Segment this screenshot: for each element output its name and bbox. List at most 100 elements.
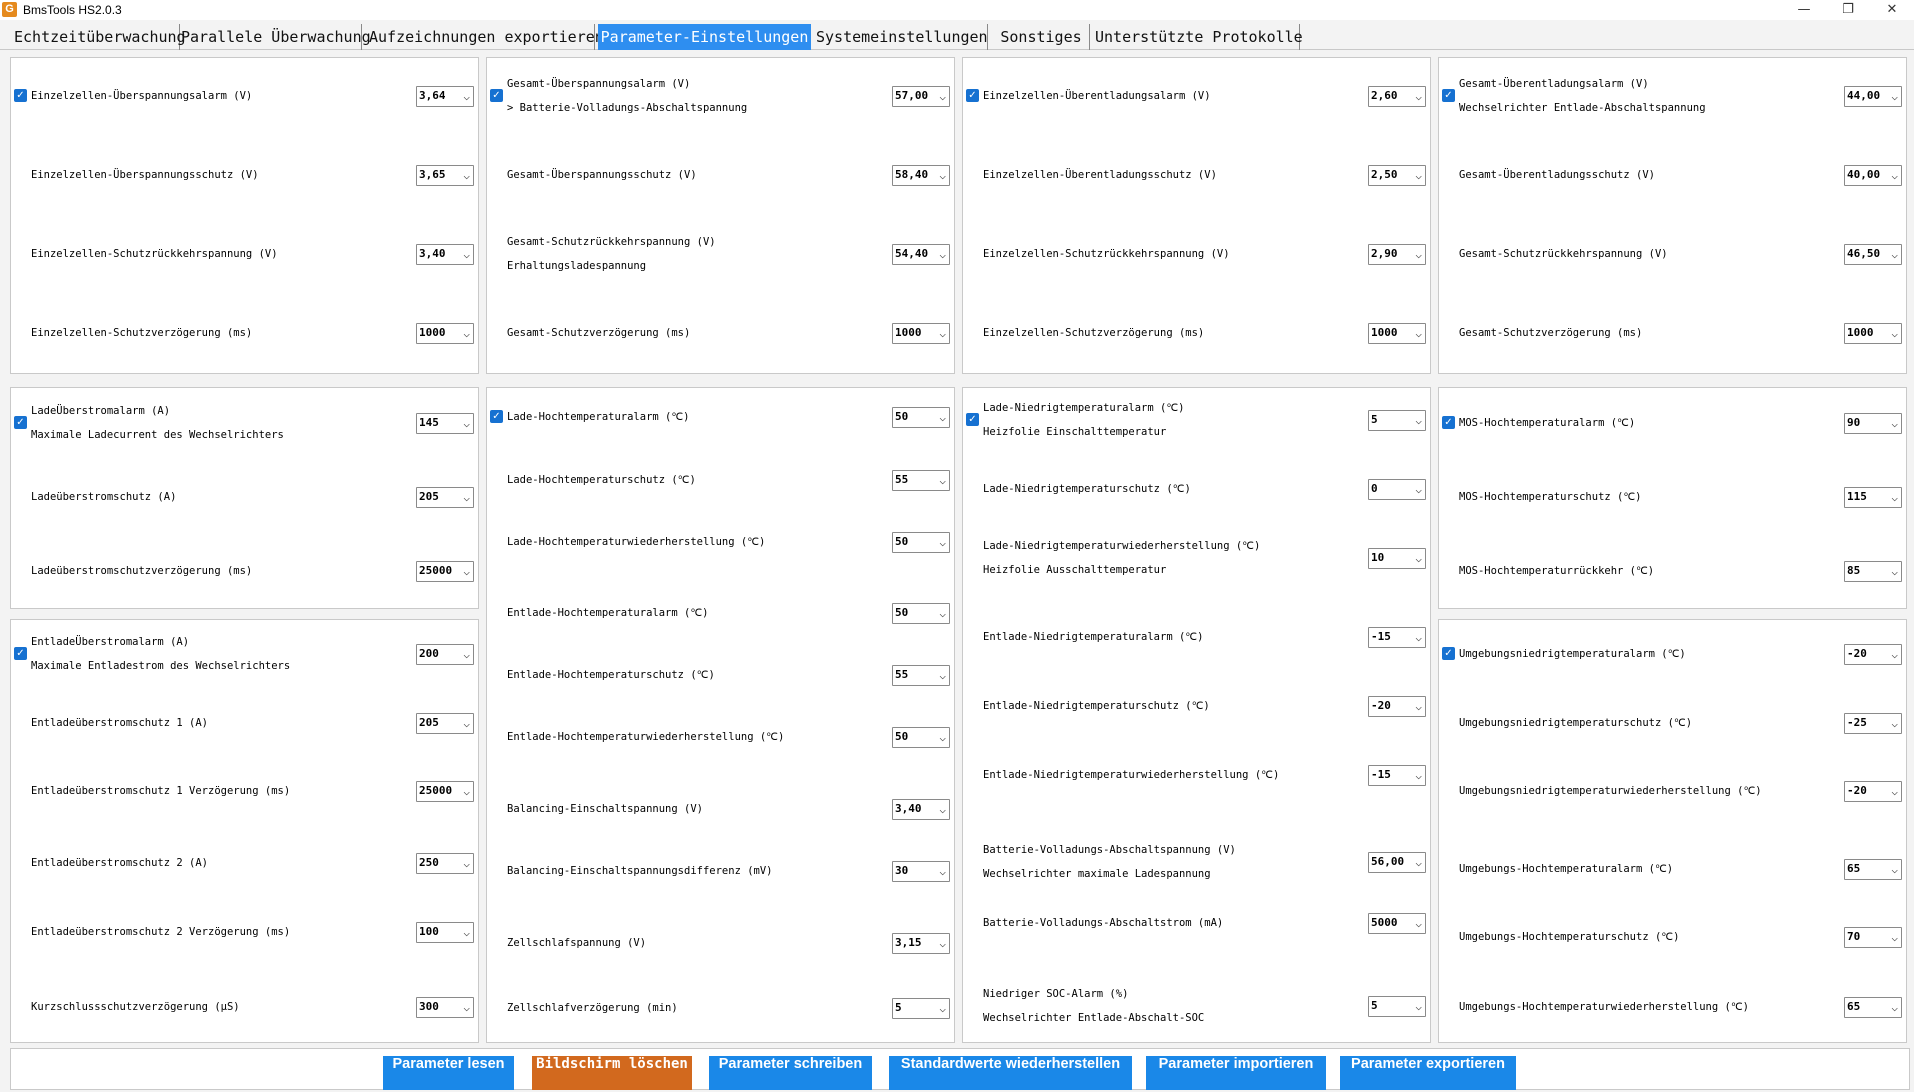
parameter-value-select[interactable]: 5 ⌵ [1368, 996, 1426, 1017]
tab-parameter-settings[interactable]: Parameter-Einstellungen [598, 24, 811, 50]
chevron-down-icon[interactable]: ⌵ [1415, 697, 1422, 717]
chevron-down-icon[interactable]: ⌵ [463, 854, 470, 874]
chevron-down-icon[interactable]: ⌵ [1891, 714, 1898, 734]
tab-echtzeit[interactable]: Echtzeitüberwachung [14, 24, 186, 50]
parameter-value-select[interactable]: 40,00 ⌵ [1844, 165, 1902, 186]
parameter-value-select[interactable]: -15 ⌵ [1368, 627, 1426, 648]
alarm-enabled-checkbox[interactable]: ✓ [14, 89, 27, 102]
chevron-down-icon[interactable]: ⌵ [939, 324, 946, 344]
chevron-down-icon[interactable]: ⌵ [939, 245, 946, 265]
chevron-down-icon[interactable]: ⌵ [939, 604, 946, 624]
parameter-value-select[interactable]: 50 ⌵ [892, 603, 950, 624]
tab-parallel[interactable]: Parallele Überwachung [181, 24, 371, 50]
parameter-value-select[interactable]: 50 ⌵ [892, 407, 950, 428]
chevron-down-icon[interactable]: ⌵ [1891, 562, 1898, 582]
chevron-down-icon[interactable]: ⌵ [1891, 245, 1898, 265]
chevron-down-icon[interactable]: ⌵ [1891, 166, 1898, 186]
chevron-down-icon[interactable]: ⌵ [1415, 853, 1422, 873]
chevron-down-icon[interactable]: ⌵ [1891, 860, 1898, 880]
chevron-down-icon[interactable]: ⌵ [1415, 480, 1422, 500]
parameter-value-select[interactable]: 57,00 ⌵ [892, 86, 950, 107]
parameter-value-select[interactable]: 85 ⌵ [1844, 561, 1902, 582]
chevron-down-icon[interactable]: ⌵ [1891, 87, 1898, 107]
alarm-enabled-checkbox[interactable]: ✓ [966, 89, 979, 102]
parameter-value-select[interactable]: 50 ⌵ [892, 532, 950, 553]
parameter-value-select[interactable]: 2,60 ⌵ [1368, 86, 1426, 107]
parameter-value-select[interactable]: 1000 ⌵ [1368, 323, 1426, 344]
parameter-value-select[interactable]: 5000 ⌵ [1368, 913, 1426, 934]
chevron-down-icon[interactable]: ⌵ [939, 999, 946, 1019]
parameter-value-select[interactable]: 1000 ⌵ [416, 323, 474, 344]
chevron-down-icon[interactable]: ⌵ [1415, 914, 1422, 934]
tab-system-settings[interactable]: Systemeinstellungen [816, 24, 988, 50]
chevron-down-icon[interactable]: ⌵ [463, 562, 470, 582]
parameter-value-select[interactable]: 25000 ⌵ [416, 781, 474, 802]
parameter-value-select[interactable]: 54,40 ⌵ [892, 244, 950, 265]
chevron-down-icon[interactable]: ⌵ [463, 645, 470, 665]
chevron-down-icon[interactable]: ⌵ [1415, 997, 1422, 1017]
parameter-value-select[interactable]: 70 ⌵ [1844, 927, 1902, 948]
chevron-down-icon[interactable]: ⌵ [939, 533, 946, 553]
parameter-value-select[interactable]: 65 ⌵ [1844, 997, 1902, 1018]
chevron-down-icon[interactable]: ⌵ [1891, 998, 1898, 1018]
parameter-value-select[interactable]: 3,65 ⌵ [416, 165, 474, 186]
alarm-enabled-checkbox[interactable]: ✓ [1442, 89, 1455, 102]
parameter-value-select[interactable]: 46,50 ⌵ [1844, 244, 1902, 265]
chevron-down-icon[interactable]: ⌵ [1891, 324, 1898, 344]
parameter-value-select[interactable]: 65 ⌵ [1844, 859, 1902, 880]
parameter-value-select[interactable]: 1000 ⌵ [1844, 323, 1902, 344]
parameter-value-select[interactable]: 55 ⌵ [892, 470, 950, 491]
chevron-down-icon[interactable]: ⌵ [463, 414, 470, 434]
chevron-down-icon[interactable]: ⌵ [939, 87, 946, 107]
chevron-down-icon[interactable]: ⌵ [1891, 488, 1898, 508]
chevron-down-icon[interactable]: ⌵ [939, 408, 946, 428]
parameter-value-select[interactable]: -20 ⌵ [1844, 644, 1902, 665]
chevron-down-icon[interactable]: ⌵ [1891, 645, 1898, 665]
chevron-down-icon[interactable]: ⌵ [463, 714, 470, 734]
chevron-down-icon[interactable]: ⌵ [463, 245, 470, 265]
chevron-down-icon[interactable]: ⌵ [939, 666, 946, 686]
parameter-value-select[interactable]: 3,40 ⌵ [416, 244, 474, 265]
chevron-down-icon[interactable]: ⌵ [939, 166, 946, 186]
chevron-down-icon[interactable]: ⌵ [1415, 324, 1422, 344]
tab-misc[interactable]: Sonstiges [993, 24, 1090, 50]
clear-screen-button[interactable]: Bildschirm löschen [532, 1056, 692, 1090]
parameter-value-select[interactable]: -15 ⌵ [1368, 765, 1426, 786]
restore-defaults-button[interactable]: Standardwerte wiederherstellen [889, 1056, 1132, 1090]
parameter-value-select[interactable]: 115 ⌵ [1844, 487, 1902, 508]
chevron-down-icon[interactable]: ⌵ [463, 324, 470, 344]
maximize-icon[interactable]: ❐ [1826, 0, 1870, 20]
parameter-value-select[interactable]: 205 ⌵ [416, 713, 474, 734]
parameter-value-select[interactable]: 30 ⌵ [892, 861, 950, 882]
parameter-value-select[interactable]: 50 ⌵ [892, 727, 950, 748]
parameter-value-select[interactable]: -20 ⌵ [1844, 781, 1902, 802]
parameter-value-select[interactable]: 10 ⌵ [1368, 548, 1426, 569]
parameter-value-select[interactable]: 55 ⌵ [892, 665, 950, 686]
parameter-value-select[interactable]: -25 ⌵ [1844, 713, 1902, 734]
parameter-value-select[interactable]: 3,15 ⌵ [892, 933, 950, 954]
alarm-enabled-checkbox[interactable]: ✓ [1442, 416, 1455, 429]
parameter-value-select[interactable]: 250 ⌵ [416, 853, 474, 874]
chevron-down-icon[interactable]: ⌵ [1415, 628, 1422, 648]
parameter-value-select[interactable]: 2,50 ⌵ [1368, 165, 1426, 186]
chevron-down-icon[interactable]: ⌵ [939, 471, 946, 491]
parameter-value-select[interactable]: -20 ⌵ [1368, 696, 1426, 717]
chevron-down-icon[interactable]: ⌵ [463, 782, 470, 802]
alarm-enabled-checkbox[interactable]: ✓ [490, 410, 503, 423]
parameter-value-select[interactable]: 205 ⌵ [416, 487, 474, 508]
parameter-value-select[interactable]: 200 ⌵ [416, 644, 474, 665]
parameter-value-select[interactable]: 3,40 ⌵ [892, 799, 950, 820]
tab-export-records[interactable]: Aufzeichnungen exportieren [369, 24, 604, 50]
chevron-down-icon[interactable]: ⌵ [463, 87, 470, 107]
parameter-value-select[interactable]: 90 ⌵ [1844, 413, 1902, 434]
parameter-value-select[interactable]: 2,90 ⌵ [1368, 244, 1426, 265]
parameter-value-select[interactable]: 100 ⌵ [416, 922, 474, 943]
chevron-down-icon[interactable]: ⌵ [463, 923, 470, 943]
alarm-enabled-checkbox[interactable]: ✓ [490, 89, 503, 102]
export-parameters-button[interactable]: Parameter exportieren [1340, 1056, 1516, 1090]
chevron-down-icon[interactable]: ⌵ [463, 488, 470, 508]
parameter-value-select[interactable]: 5 ⌵ [892, 998, 950, 1019]
chevron-down-icon[interactable]: ⌵ [1415, 245, 1422, 265]
parameter-value-select[interactable]: 58,40 ⌵ [892, 165, 950, 186]
chevron-down-icon[interactable]: ⌵ [463, 998, 470, 1018]
